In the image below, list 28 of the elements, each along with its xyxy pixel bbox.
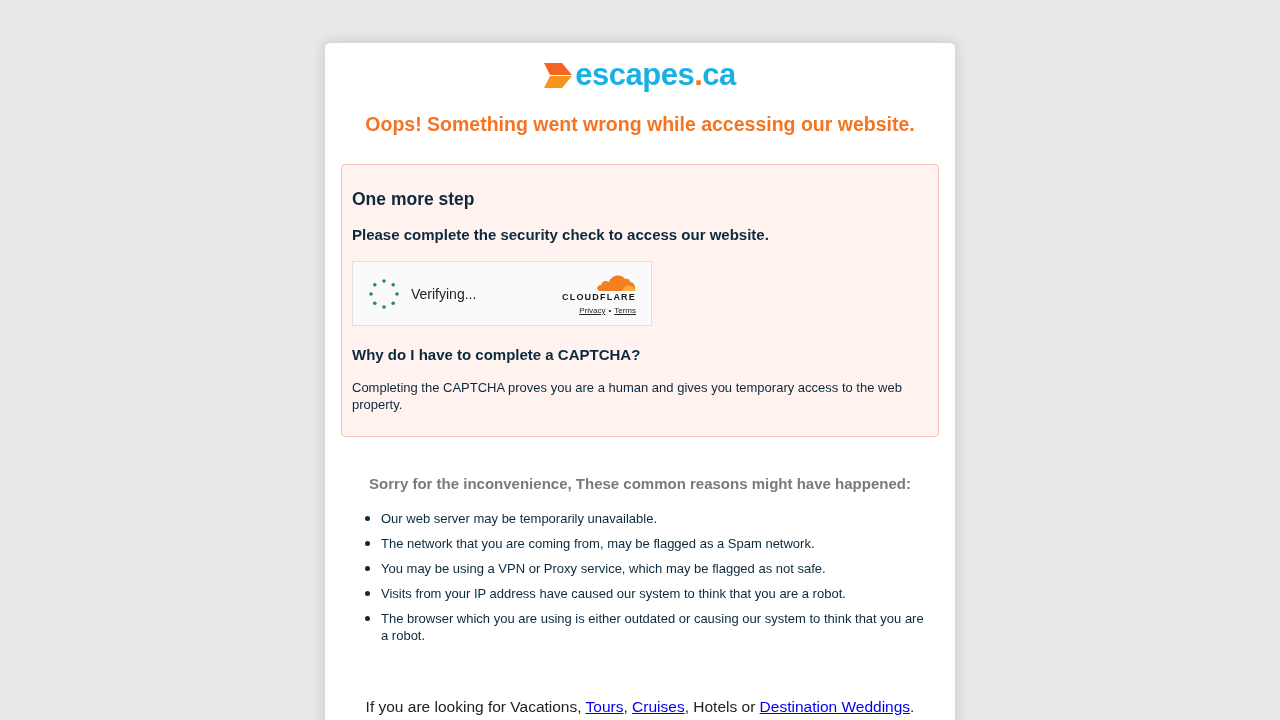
brand-text: CLOUDFLARE bbox=[562, 291, 636, 302]
logo-wordmark: escapes.ca bbox=[575, 57, 736, 93]
reason-text: Visits from your IP address have caused our system to think that you are a robot. bbox=[381, 585, 846, 602]
spinner-icon bbox=[368, 277, 400, 310]
footer-link[interactable]: Tours bbox=[585, 698, 624, 715]
bullet-icon bbox=[365, 541, 370, 546]
reason-text: Our web server may be temporarily unavailable. bbox=[381, 510, 657, 527]
arrow-icon bbox=[544, 62, 573, 88]
separator-text: • bbox=[608, 305, 612, 315]
bullet-icon bbox=[365, 616, 370, 621]
footer-link[interactable]: Cruises bbox=[632, 698, 685, 715]
reason-text: The browser which you are using is either outdated or causing our system to think that you are a robot. bbox=[381, 610, 925, 644]
captcha-widget[interactable]: Verifying... CLOUDFLARE Privacy • Terms bbox=[352, 261, 652, 326]
footer-text: If you are looking for Vacations, Tours, Cruises, Hotels or Destination Weddings. bbox=[364, 697, 916, 717]
status-text: Verifying... bbox=[411, 285, 478, 302]
bullet-icon bbox=[365, 566, 370, 571]
error-heading: Oops! Something went wrong while accessing our website. bbox=[364, 112, 916, 137]
answer-text: Completing the CAPTCHA proves you are a human and gives you temporary access to the web property. bbox=[352, 379, 903, 413]
panel-subtitle: Please complete the security check to access our website. bbox=[352, 225, 770, 245]
widget-link[interactable]: Privacy bbox=[579, 305, 606, 315]
widget-link[interactable]: Terms bbox=[614, 305, 636, 315]
reasons-title: Sorry for the inconvenience, These common reasons might have happened: bbox=[368, 474, 912, 494]
question-heading: Why do I have to complete a CAPTCHA? bbox=[352, 345, 642, 365]
bullet-icon bbox=[365, 516, 370, 521]
bullet-icon bbox=[365, 591, 370, 596]
reason-text: You may be using a VPN or Proxy service, which may be flagged as not safe. bbox=[381, 560, 826, 577]
panel-title: One more step bbox=[352, 188, 476, 211]
reason-text: The network that you are coming from, may be flagged as a Spam network. bbox=[381, 535, 815, 552]
